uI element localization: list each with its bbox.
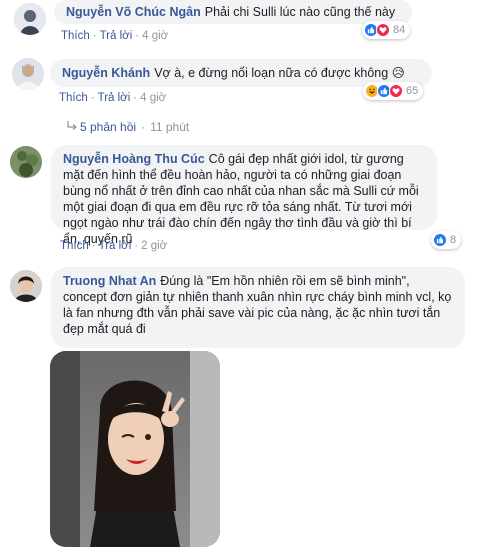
like-link[interactable]: Thích (60, 240, 89, 252)
separator: · (134, 240, 139, 252)
avatar[interactable] (12, 58, 44, 90)
separator: · (133, 92, 138, 104)
comment-bubble: Truong Nhat An Đúng là "Em hồn nhiên rồi … (51, 267, 465, 348)
replies-time: 11 phút (150, 120, 190, 134)
sad-emoji-icon: 😥 (391, 65, 405, 80)
reply-link[interactable]: Trả lời (100, 30, 133, 42)
like-link[interactable]: Thích (59, 92, 88, 104)
comment-time[interactable]: 2 giờ (141, 240, 167, 252)
comment-author[interactable]: Truong Nhat An (63, 274, 156, 288)
reaction-count: 65 (406, 85, 419, 97)
separator: · (92, 30, 97, 42)
separator: · (141, 120, 146, 134)
avatar[interactable] (14, 3, 46, 35)
comment-author[interactable]: Nguyễn Hoàng Thu Cúc (63, 152, 205, 166)
comment-actions: Thích · Trả lời · 2 giờ (60, 240, 167, 252)
comment-author[interactable]: Nguyễn Khánh (62, 66, 150, 80)
reply-link[interactable]: Trả lời (99, 240, 132, 252)
comment-bubble: Nguyễn Võ Chúc Ngân Phải chi Sulli lúc nà… (54, 0, 412, 24)
comment-time[interactable]: 4 giờ (142, 30, 168, 42)
view-replies-link[interactable]: 5 phản hồi · 11 phút (66, 120, 189, 134)
separator: · (135, 30, 140, 42)
reaction-count: 84 (393, 24, 406, 36)
comment-author[interactable]: Nguyễn Võ Chúc Ngân (66, 5, 201, 19)
separator: · (90, 92, 95, 104)
like-link[interactable]: Thích (61, 30, 90, 42)
comment-text: Cô gái đẹp nhất giới idol, từ gương mặt … (63, 152, 419, 246)
comment-time[interactable]: 4 giờ (140, 92, 166, 104)
avatar[interactable] (10, 270, 42, 302)
reaction-summary[interactable]: 65 (363, 82, 424, 100)
love-icon (389, 84, 403, 98)
reaction-summary[interactable]: 8 (431, 231, 462, 249)
reaction-summary[interactable]: 84 (362, 21, 411, 39)
avatar[interactable] (10, 146, 42, 178)
separator: · (91, 240, 96, 252)
replies-count[interactable]: 5 phản hồi (80, 120, 136, 134)
reply-link[interactable]: Trả lời (98, 92, 131, 104)
comment-photo[interactable] (50, 351, 220, 547)
comment-actions: Thích · Trả lời · 4 giờ (59, 92, 166, 104)
comment-text: Phải chi Sulli lúc nào cũng thế này (204, 5, 396, 19)
love-icon (376, 23, 390, 37)
like-icon (433, 233, 447, 247)
reaction-count: 8 (450, 234, 457, 246)
comment-actions: Thích · Trả lời · 4 giờ (61, 30, 168, 42)
comment-bubble: Nguyễn Hoàng Thu Cúc Cô gái đẹp nhất giới… (51, 145, 437, 246)
reply-arrow-icon (66, 120, 80, 134)
comment-text: Vợ à, e đừng nổi loạn nữa có được không (154, 66, 389, 80)
